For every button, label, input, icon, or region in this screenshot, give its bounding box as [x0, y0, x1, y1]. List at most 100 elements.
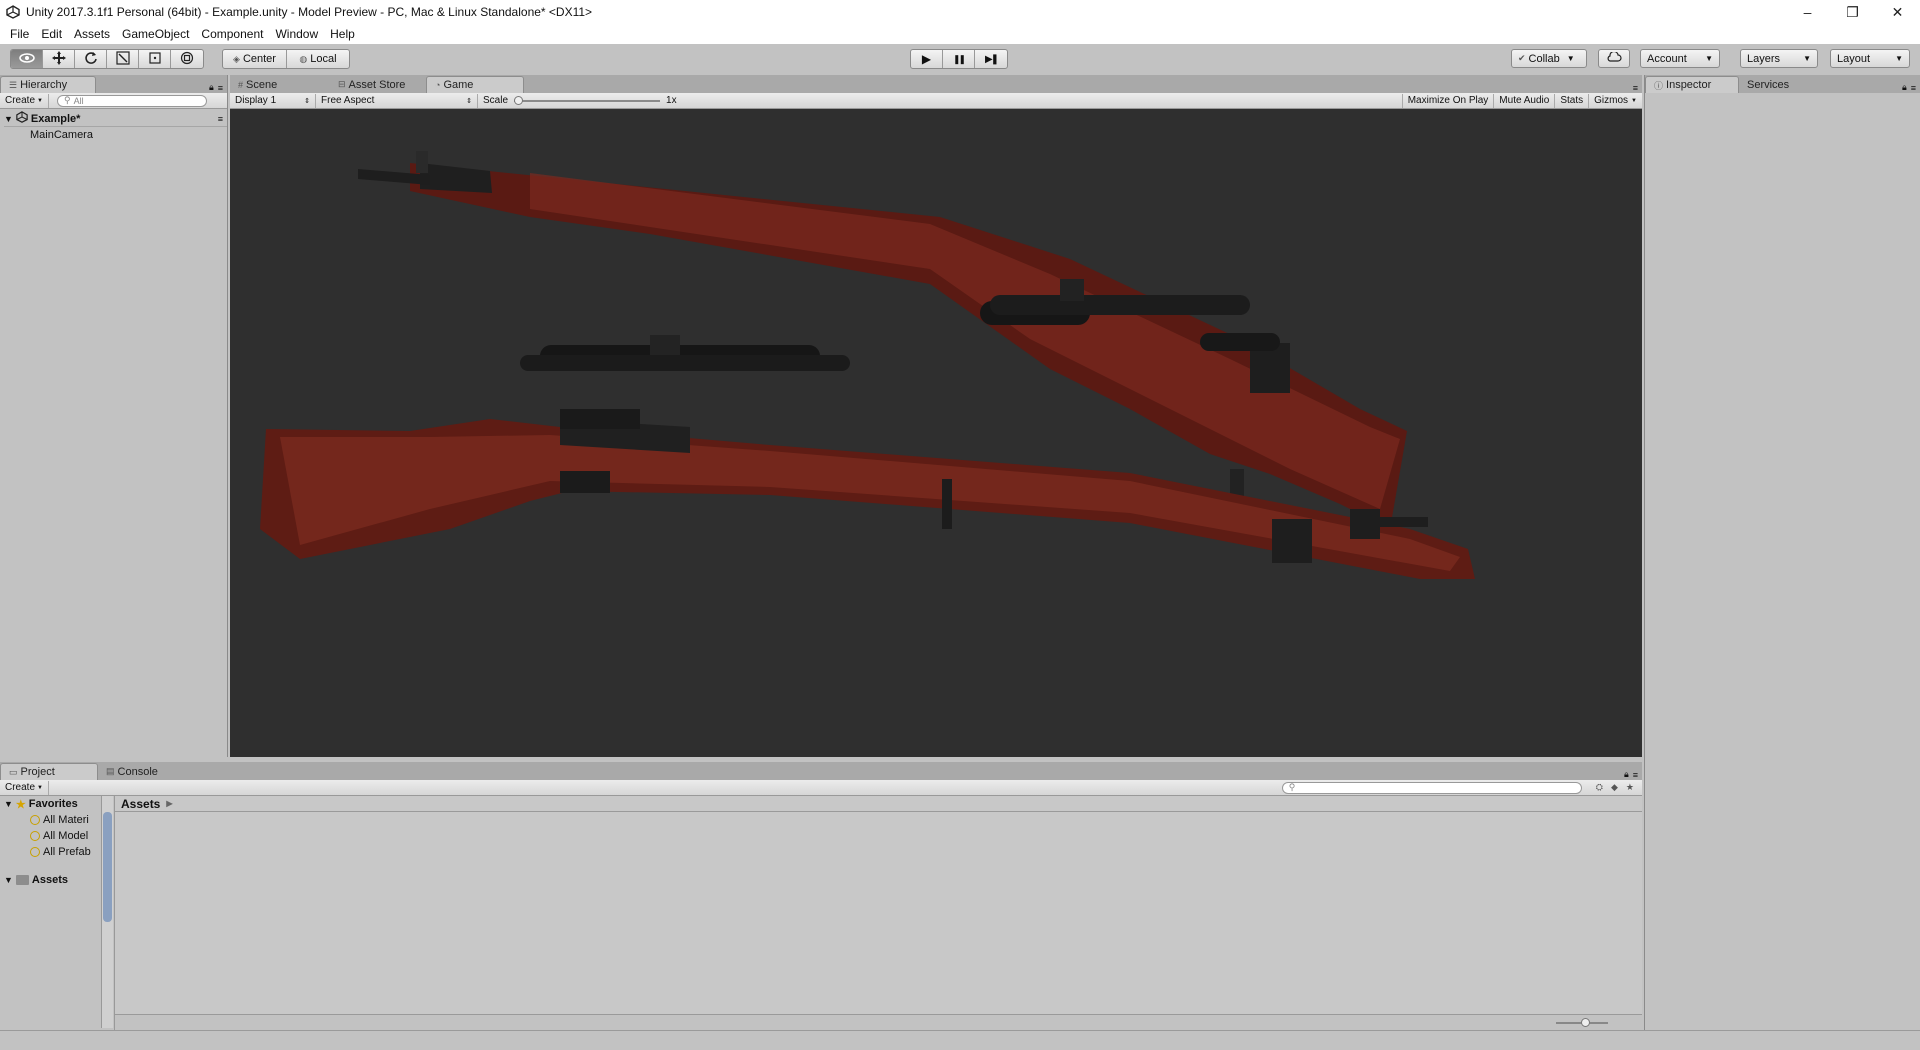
tab-project[interactable]: ▭ Project [0, 763, 98, 780]
asset-store-tab-label: Asset Store [348, 78, 406, 91]
scene-tab-label: Scene [246, 78, 278, 91]
hierarchy-panel: ☰ Hierarchy 🔒︎ ≡ Create ▼ ⚲ All ▼ Exampl… [0, 75, 228, 757]
list-item[interactable]: All Prefab [0, 844, 104, 860]
lock-icon[interactable]: 🔒︎ [209, 82, 214, 93]
cloud-button[interactable] [1598, 49, 1630, 68]
menu-window[interactable]: Window [269, 24, 324, 44]
icon-size-slider-thumb[interactable] [1581, 1018, 1590, 1027]
lock-icon[interactable]: 🔒︎ [1902, 82, 1907, 93]
layout-dropdown[interactable]: Layout ▼ [1830, 49, 1910, 68]
menu-gameobject[interactable]: GameObject [116, 24, 195, 44]
scale-tool-button[interactable] [107, 50, 139, 68]
scene-root-item[interactable]: ▼ Example* ≡ [4, 111, 227, 127]
filter-by-label-icon[interactable]: ◆ [1611, 782, 1618, 793]
tab-game[interactable]: ◔ Game [426, 76, 524, 93]
scale-slider-thumb[interactable] [514, 95, 524, 105]
panel-menu-icon[interactable]: ≡ [1633, 83, 1638, 93]
view-tool-button[interactable] [11, 50, 43, 68]
game-canvas[interactable] [230, 109, 1642, 757]
scale-slider[interactable] [514, 95, 661, 106]
star-icon: ★ [15, 798, 26, 811]
menu-assets[interactable]: Assets [68, 24, 116, 44]
expand-arrow-icon[interactable]: ▼ [4, 799, 13, 809]
create-label: Create [5, 782, 36, 793]
transform-tool-button[interactable] [171, 50, 203, 68]
pacman-icon: ◔ [435, 80, 441, 90]
chevron-down-icon: ▼ [1705, 54, 1713, 63]
hierarchy-tab-label: Hierarchy [20, 79, 68, 91]
panel-menu-icon[interactable]: ≡ [1911, 83, 1916, 93]
project-create-button[interactable]: Create ▼ [0, 780, 49, 795]
expand-arrow-icon[interactable]: ▼ [4, 114, 13, 124]
close-button[interactable]: ✕ [1875, 0, 1920, 24]
step-button[interactable]: ▶❚ [975, 50, 1007, 68]
console-tab-label: Console [117, 765, 158, 778]
move-tool-button[interactable] [43, 50, 75, 68]
project-tree: ▼ ★ Favorites All Materi All Model All P… [0, 796, 104, 1030]
star-icon[interactable]: ★ [1626, 782, 1634, 793]
list-item[interactable]: All Model [0, 828, 104, 844]
layers-dropdown[interactable]: Layers ▼ [1740, 49, 1818, 68]
gizmos-toggle[interactable]: Gizmos ▼ [1589, 94, 1642, 108]
tab-asset-store[interactable]: ⊟ Asset Store [330, 76, 426, 93]
tab-console[interactable]: ▤ Console [98, 763, 178, 780]
store-icon: ⊟ [338, 79, 346, 89]
chevron-down-icon: ▼ [37, 97, 43, 104]
status-bar [0, 1030, 1920, 1050]
tab-inspector[interactable]: ⓘ Inspector [1645, 76, 1739, 93]
title-bar: Unity 2017.3.1f1 Personal (64bit) - Exam… [0, 0, 1920, 24]
collab-dropdown[interactable]: ✔ Collab ▼ [1511, 49, 1587, 68]
menu-file[interactable]: File [4, 24, 35, 44]
minimize-button[interactable]: – [1785, 0, 1830, 24]
folder-icon [15, 875, 29, 885]
tab-scene[interactable]: # Scene [230, 76, 330, 93]
hierarchy-create-button[interactable]: Create ▼ [0, 93, 49, 108]
updown-arrow-icon: ⇕ [304, 97, 310, 105]
rotate-tool-button[interactable] [75, 50, 107, 68]
step-icon: ▶❚ [984, 53, 999, 65]
display-dropdown[interactable]: Display 1 ⇕ [230, 93, 316, 108]
asset-browser: Assets ▶ [114, 796, 1642, 1030]
play-button[interactable]: ▶ [911, 50, 943, 68]
chevron-down-icon: ▼ [37, 784, 43, 791]
project-search-input[interactable]: ⚲ [1281, 781, 1582, 794]
display-label: Display 1 [235, 95, 277, 106]
stats-toggle[interactable]: Stats [1555, 93, 1590, 108]
scrollbar-thumb[interactable] [103, 812, 112, 922]
panel-menu-icon[interactable]: ≡ [218, 83, 223, 93]
scale-slider-track [514, 99, 661, 102]
tree-scrollbar[interactable] [101, 796, 113, 1028]
maximize-on-play-toggle[interactable]: Maximize On Play [1401, 93, 1495, 108]
scene-menu-icon[interactable]: ≡ [218, 114, 223, 124]
project-toolbar: Create ▼ ⚲ ⛭ ◆ ★ [0, 780, 1642, 796]
restore-button[interactable]: ❐ [1830, 0, 1875, 24]
main-toolbar: ◈ Center ◍ Local ▶ ❚❚ ▶❚ ✔ Collab ▼ Acco… [0, 44, 1920, 74]
tab-services[interactable]: Services [1739, 76, 1819, 93]
rect-tool-button[interactable] [139, 50, 171, 68]
account-dropdown[interactable]: Account ▼ [1640, 49, 1720, 68]
pivot-center-button[interactable]: ◈ Center [223, 50, 287, 68]
list-item[interactable]: MainCamera [4, 127, 227, 143]
expand-arrow-icon[interactable]: ▼ [4, 875, 13, 885]
favorites-item[interactable]: ▼ ★ Favorites [0, 796, 104, 812]
search-favorite-icon [30, 831, 40, 841]
hierarchy-toolbar: Create ▼ ⚲ All [0, 93, 227, 109]
aspect-dropdown[interactable]: Free Aspect ⇕ [316, 93, 478, 108]
pause-button[interactable]: ❚❚ [943, 50, 975, 68]
filter-by-type-icon[interactable]: ⛭ [1596, 782, 1603, 793]
local-space-icon: ◍ [299, 53, 308, 64]
tab-hierarchy[interactable]: ☰ Hierarchy [0, 76, 96, 93]
menu-help[interactable]: Help [324, 24, 361, 44]
breadcrumb-assets[interactable]: Assets [121, 797, 160, 811]
breadcrumb: Assets ▶ [115, 796, 1642, 812]
menu-component[interactable]: Component [195, 24, 269, 44]
chevron-down-icon: ▼ [1566, 54, 1575, 63]
panel-menu-icon[interactable]: ≡ [1633, 770, 1638, 780]
assets-root-item[interactable]: ▼ Assets [0, 872, 104, 888]
hierarchy-search-input[interactable]: ⚲ All [56, 94, 207, 107]
mute-audio-toggle[interactable]: Mute Audio [1494, 93, 1556, 108]
space-local-button[interactable]: ◍ Local [287, 50, 349, 68]
lock-icon[interactable]: 🔒︎ [1624, 769, 1629, 780]
list-item[interactable]: All Materi [0, 812, 104, 828]
menu-edit[interactable]: Edit [35, 24, 68, 44]
